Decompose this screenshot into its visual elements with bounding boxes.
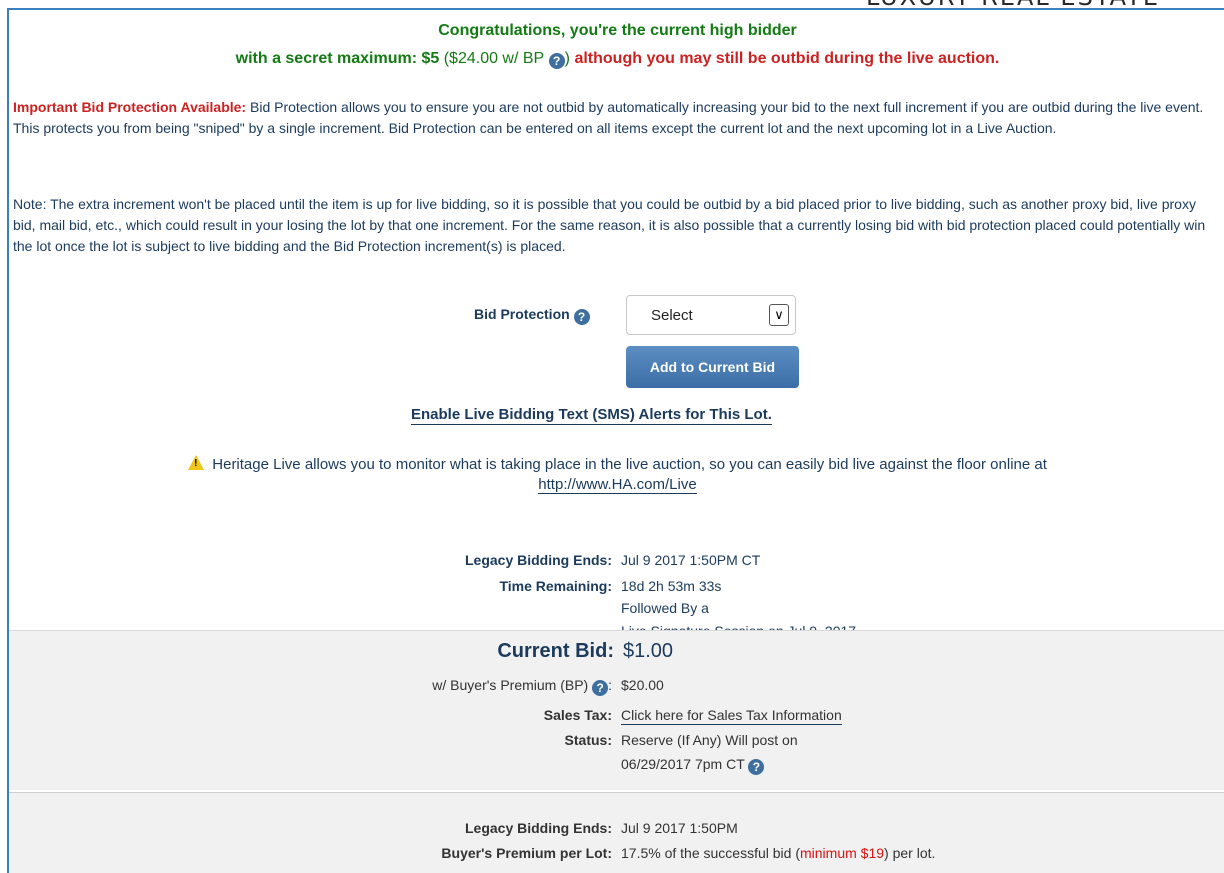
- buyers-premium-per-lot-label: Buyer's Premium per Lot:: [441, 845, 612, 861]
- warning-icon: !: [188, 455, 205, 470]
- bid-protection-select[interactable]: Select ∨: [626, 295, 796, 335]
- bid-panel: Congratulations, you're the current high…: [7, 8, 1224, 873]
- bp-close-paren: ): [564, 50, 570, 67]
- time-remaining-label: Time Remaining:: [499, 578, 612, 594]
- top-strip: LUXURY REAL ESTATE: [0, 0, 1224, 8]
- current-bid-value: $1.00: [623, 640, 674, 662]
- help-icon[interactable]: ?: [748, 759, 765, 775]
- footer-legacy-bidding-value: Jul 9 2017 1:50PM: [621, 820, 738, 836]
- bp-label-text: w/ Buyer's Premium (BP): [432, 677, 589, 693]
- secret-maximum-line: with a secret maximum: $5 ($24.00 w/ BP …: [9, 50, 1224, 69]
- brand-text: LUXURY REAL ESTATE: [866, 0, 1160, 8]
- legacy-bidding-ends-value: Jul 9 2017 1:50PM CT: [621, 552, 761, 568]
- current-bid-section: [9, 630, 1224, 790]
- buyers-premium-value: $20.00: [621, 677, 664, 693]
- help-icon[interactable]: ?: [592, 680, 609, 696]
- lot-details-section: [9, 792, 1224, 873]
- chevron-down-icon[interactable]: ∨: [769, 304, 789, 326]
- status-line-2: 06/29/2017 7pm CT ?: [621, 756, 765, 775]
- bp-amount: ($24.00 w/ BP: [443, 50, 545, 67]
- premium-prefix: 17.5% of the successful bid (: [621, 845, 800, 861]
- heritage-live-link[interactable]: http://www.HA.com/Live: [538, 476, 697, 494]
- premium-minimum: minimum $19: [800, 845, 885, 861]
- footer-legacy-bidding-label: Legacy Bidding Ends:: [464, 820, 612, 836]
- bp-colon: :: [608, 677, 612, 693]
- status-line-1: Reserve (If Any) Will post on: [621, 732, 798, 748]
- secret-maximum-value: with a secret maximum: $5: [235, 50, 440, 67]
- followed-by-text: Followed By a: [621, 600, 709, 616]
- bid-protection-label: Bid Protection ?: [474, 306, 590, 325]
- help-icon[interactable]: ?: [548, 53, 565, 69]
- status-date: 06/29/2017 7pm CT: [621, 756, 745, 772]
- heritage-live-text: Heritage Live allows you to monitor what…: [212, 456, 1047, 473]
- sales-tax-link[interactable]: Click here for Sales Tax Information: [621, 707, 842, 725]
- enable-sms-alerts-link[interactable]: Enable Live Bidding Text (SMS) Alerts fo…: [411, 406, 772, 425]
- heritage-live-link-row: http://www.HA.com/Live: [9, 476, 1224, 494]
- buyers-premium-label: w/ Buyer's Premium (BP) ?:: [309, 677, 612, 696]
- time-remaining-value: 18d 2h 53m 33s: [621, 578, 722, 594]
- status-label: Status:: [564, 732, 612, 748]
- premium-suffix: ) per lot.: [884, 845, 936, 861]
- bid-protection-note: Note: The extra increment won't be place…: [13, 196, 1206, 254]
- add-to-current-bid-button[interactable]: Add to Current Bid: [626, 346, 799, 388]
- bid-protection-notice: Important Bid Protection Available: Bid …: [13, 97, 1218, 139]
- sales-tax-label: Sales Tax:: [543, 707, 612, 723]
- heritage-live-notice: ! Heritage Live allows you to monitor wh…: [9, 455, 1224, 473]
- current-bid-label: Current Bid:: [497, 640, 614, 662]
- congrats-headline: Congratulations, you're the current high…: [438, 22, 797, 39]
- help-icon[interactable]: ?: [573, 309, 590, 325]
- select-value: Select: [651, 307, 693, 324]
- bid-protection-label-text: Bid Protection: [474, 306, 570, 322]
- outbid-warning: although you may still be outbid during …: [574, 50, 1000, 67]
- legacy-bidding-ends-label: Legacy Bidding Ends:: [464, 552, 612, 568]
- buyers-premium-per-lot-value: 17.5% of the successful bid (minimum $19…: [621, 845, 935, 861]
- notice-lead: Important Bid Protection Available:: [13, 99, 247, 115]
